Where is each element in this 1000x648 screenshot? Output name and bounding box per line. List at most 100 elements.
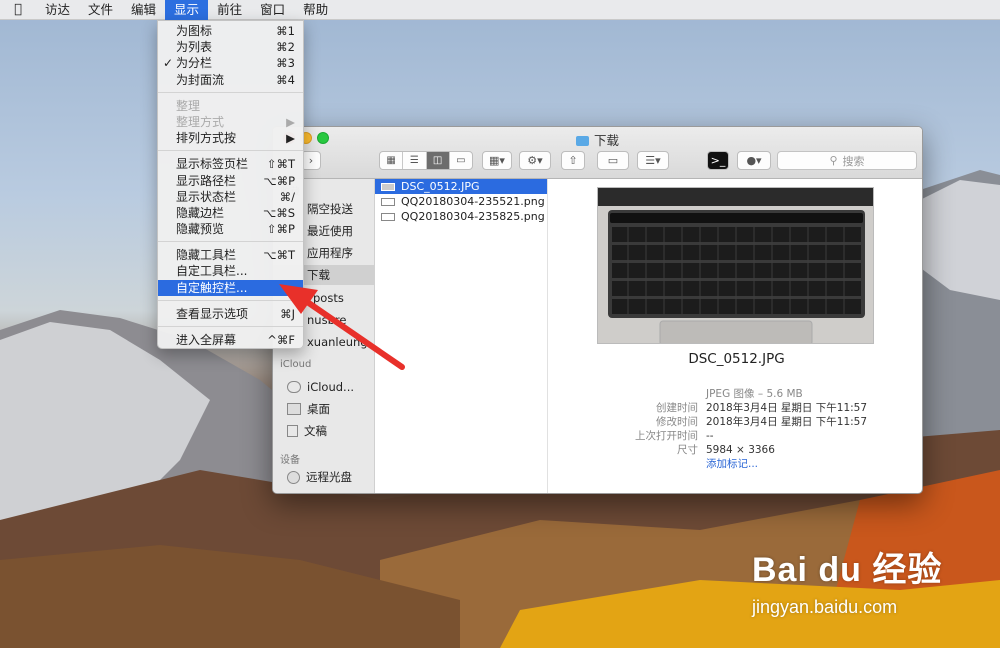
- menu-item-label: 进入全屏幕: [176, 333, 237, 347]
- menu-item-arrange-by[interactable]: 排列方式按 ▶: [158, 130, 303, 146]
- menu-item-as-list[interactable]: 为列表 ⌘2: [158, 39, 303, 55]
- submenu-arrow-icon: ▶: [286, 131, 295, 146]
- cloud-icon: [287, 381, 301, 393]
- info-key: 尺寸: [677, 444, 698, 456]
- menu-item-label: 隐藏边栏: [176, 205, 225, 220]
- menu-item-label: 为列表: [176, 40, 213, 55]
- submenu-arrow-icon: ▶: [286, 114, 295, 129]
- menu-item-label: 为封面流: [176, 72, 225, 87]
- menu-item-shortcut: ⌘4: [276, 72, 295, 87]
- menu-divider: [158, 150, 303, 152]
- menu-item-label: 整理: [176, 98, 201, 113]
- menu-item-clean-up-by[interactable]: 整理方式 ▶: [158, 114, 303, 130]
- view-mode-segment: ▦ ☰ ◫ ▭: [379, 151, 473, 170]
- menu-item-shortcut: ⌥⌘T: [263, 248, 295, 263]
- menu-item-label: 隐藏工具栏: [176, 248, 237, 263]
- menu-item-label: 自定触控栏...: [176, 280, 248, 295]
- preview-pane: DSC_0512.JPG JPEG 图像 – 5.6 MB 创建时间 2018年3…: [549, 179, 922, 493]
- info-value: 5984 × 3366: [706, 444, 775, 456]
- menu-item-as-columns[interactable]: ✓ 为分栏 ⌘3: [158, 55, 303, 71]
- menu-item-hide-toolbar[interactable]: 隐藏工具栏 ⌥⌘T: [158, 247, 303, 263]
- file-column: DSC_0512.JPG QQ20180304-235521.png QQ201…: [375, 179, 548, 493]
- menu-item-label: 排列方式按: [176, 131, 237, 146]
- menu-item-label: 隐藏预览: [176, 222, 225, 237]
- sidebar-item-remote-disc[interactable]: 远程光盘: [273, 467, 375, 487]
- sidebar-heading-devices: 设备: [280, 455, 300, 466]
- image-file-icon: [381, 182, 395, 191]
- cover-flow-button[interactable]: ▭: [450, 152, 472, 169]
- sidebar-item-label: 桌面: [307, 402, 330, 416]
- file-row[interactable]: DSC_0512.JPG: [375, 179, 547, 194]
- menu-item-shortcut: ^⌘F: [267, 333, 295, 347]
- menu-item-label: 显示标签页栏: [176, 157, 249, 172]
- info-key: 创建时间: [656, 402, 698, 414]
- menu-item-as-cover-flow[interactable]: 为封面流 ⌘4: [158, 72, 303, 88]
- apple-icon[interactable]: : [0, 2, 36, 17]
- menu-item-label: 为分栏: [176, 56, 213, 71]
- menu-item-show-path-bar[interactable]: 显示路径栏 ⌥⌘P: [158, 173, 303, 189]
- file-name: QQ20180304-235521.png: [401, 195, 545, 208]
- menu-item-customize-toolbar[interactable]: 自定工具栏...: [158, 263, 303, 279]
- action-gear-icon[interactable]: ⚙▾: [519, 151, 551, 170]
- menu-item-customize-touch-bar[interactable]: 自定触控栏...: [158, 279, 303, 296]
- baidu-watermark: Bai du 经验 jingyan.baidu.com: [752, 542, 992, 632]
- sidebar-item-label: 文稿: [304, 424, 327, 438]
- add-tags-link[interactable]: 添加标记...: [706, 457, 758, 471]
- tag-icon[interactable]: ▭: [597, 151, 629, 170]
- finder-window: 下载 › ▦ ☰ ◫ ▭ ▦▾ ⚙▾ ⇧ ▭ ☰▾ >_ ●▾ ⚲搜索 收藏 隔…: [272, 126, 923, 494]
- terminal-icon[interactable]: >_: [707, 151, 729, 170]
- menu-item-show-status-bar[interactable]: 显示状态栏 ⌘/: [158, 189, 303, 205]
- menu-divider: [158, 241, 303, 243]
- menu-view[interactable]: 显示: [165, 0, 209, 20]
- share-icon[interactable]: ⇧: [561, 151, 585, 170]
- icon-view-button[interactable]: ▦: [380, 152, 404, 169]
- menu-item-show-view-options[interactable]: 查看显示选项 ⌘J: [158, 306, 303, 322]
- sidebar-item-documents[interactable]: 文稿: [273, 421, 375, 441]
- list-view-button[interactable]: ☰: [403, 152, 427, 169]
- image-file-icon: [381, 197, 395, 206]
- menu-file[interactable]: 文件: [79, 0, 122, 20]
- menu-item-show-tab-bar[interactable]: 显示标签页栏 ⇧⌘T: [158, 156, 303, 172]
- menu-item-label: 显示状态栏: [176, 189, 237, 204]
- search-icon: ⚲: [829, 154, 838, 167]
- sidebar-item-desktop[interactable]: 桌面: [273, 399, 375, 419]
- info-key: 上次打开时间: [635, 430, 698, 442]
- file-name: QQ20180304-235825.png: [401, 210, 545, 223]
- search-field[interactable]: ⚲ 搜索: [777, 151, 917, 170]
- menu-item-label: 自定工具栏...: [176, 264, 248, 279]
- menu-divider: [158, 326, 303, 327]
- menu-bar:  访达 文件 编辑 显示 前往 窗口 帮助: [0, 0, 1000, 20]
- menu-item-as-icons[interactable]: 为图标 ⌘1: [158, 23, 303, 39]
- menu-window[interactable]: 窗口: [251, 0, 294, 20]
- menu-item-clean-up[interactable]: 整理: [158, 98, 303, 114]
- menu-item-hide-sidebar[interactable]: 隐藏边栏 ⌥⌘S: [158, 205, 303, 221]
- menu-help[interactable]: 帮助: [294, 0, 337, 20]
- info-key: 修改时间: [656, 416, 698, 428]
- sort-list-icon[interactable]: ☰▾: [637, 151, 669, 170]
- menu-finder[interactable]: 访达: [36, 0, 79, 20]
- menu-item-label: 整理方式: [176, 114, 225, 129]
- menu-edit[interactable]: 编辑: [122, 0, 165, 20]
- menu-divider: [158, 91, 303, 93]
- menu-item-label: 查看显示选项: [176, 306, 249, 321]
- group-button[interactable]: ▦▾: [482, 151, 512, 170]
- menu-item-label: 显示路径栏: [176, 173, 237, 188]
- column-view-button[interactable]: ◫: [426, 152, 450, 169]
- file-row[interactable]: QQ20180304-235521.png: [375, 194, 547, 209]
- title-bar: 下载 › ▦ ☰ ◫ ▭ ▦▾ ⚙▾ ⇧ ▭ ☰▾ >_ ●▾ ⚲ 搜索: [273, 127, 922, 179]
- window-title: 下载: [273, 130, 922, 149]
- menu-item-enter-full-screen[interactable]: 进入全屏幕 ^⌘F: [158, 332, 303, 348]
- menu-go[interactable]: 前往: [208, 0, 251, 20]
- menu-item-hide-preview[interactable]: 隐藏预览 ⇧⌘P: [158, 221, 303, 237]
- info-value: 2018年3月4日 星期日 下午11:57: [706, 402, 868, 414]
- desktop-icon: [287, 403, 301, 415]
- image-file-icon: [381, 212, 395, 221]
- menu-divider: [158, 299, 303, 301]
- forward-button[interactable]: ›: [301, 151, 321, 170]
- menu-item-shortcut: ⌥⌘S: [262, 205, 295, 220]
- shell-icon[interactable]: ●▾: [737, 151, 771, 170]
- file-row[interactable]: QQ20180304-235825.png: [375, 209, 547, 224]
- sidebar-item-label: 远程光盘: [306, 470, 352, 484]
- menu-item-shortcut: ⌘1: [276, 24, 295, 38]
- sidebar-item-icloud-drive[interactable]: iCloud...: [273, 377, 375, 397]
